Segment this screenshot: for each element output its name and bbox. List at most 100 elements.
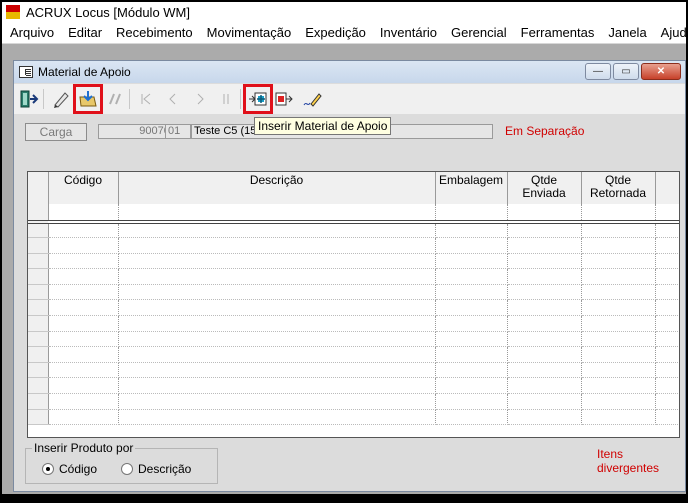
table-cell[interactable] [581,237,656,254]
table-cell[interactable] [435,268,508,285]
table-cell[interactable] [118,204,436,224]
table-cell[interactable] [118,237,436,254]
table-cell[interactable] [118,315,436,332]
table-cell[interactable] [48,268,119,285]
table-cell[interactable] [507,377,582,395]
table-cell[interactable] [581,362,656,379]
radio-descricao-dot[interactable] [121,463,133,475]
table-cell[interactable] [435,393,508,410]
column-header-embalagem[interactable]: Embalagem [435,172,508,204]
table-cell[interactable] [507,409,582,426]
table-cell[interactable] [48,284,119,301]
menu-recebimento[interactable]: Recebimento [109,22,200,44]
table-cell[interactable] [655,268,679,285]
table-cell[interactable] [435,284,508,301]
radio-codigo[interactable]: Código [42,462,97,476]
table-cell[interactable] [118,331,436,348]
carga-suffix-field[interactable]: 01 [165,124,191,139]
table-cell[interactable] [48,409,119,426]
table-cell[interactable] [48,315,119,332]
table-cell[interactable] [507,331,582,348]
menu-editar[interactable]: Editar [61,22,109,44]
table-cell[interactable] [48,253,119,270]
close-button[interactable]: ✕ [641,63,681,80]
table-cell[interactable] [581,284,656,301]
table-cell[interactable] [655,377,679,395]
table-cell[interactable] [581,299,656,317]
table-cell[interactable] [118,284,436,301]
table-cell[interactable] [655,362,679,379]
table-cell[interactable] [435,331,508,348]
table-cell[interactable] [581,377,656,395]
table-cell[interactable] [48,237,119,254]
menu-ajuda[interactable]: Ajuda [654,22,688,44]
table-cell[interactable] [655,253,679,270]
table-cell[interactable] [507,362,582,379]
table-cell[interactable] [435,409,508,426]
table-cell[interactable] [48,222,119,239]
table-cell[interactable] [507,393,582,410]
table-cell[interactable] [655,299,679,317]
insert-material-icon[interactable] [243,84,273,114]
table-cell[interactable] [507,253,582,270]
material-grid[interactable]: Código Descrição Embalagem Qtde Enviada Q… [27,171,680,438]
table-row[interactable] [28,377,679,395]
edit-icon[interactable] [50,88,72,110]
menu-gerencial[interactable]: Gerencial [444,22,514,44]
table-cell[interactable] [581,346,656,363]
table-cell[interactable] [507,346,582,363]
table-cell[interactable] [581,315,656,332]
table-cell[interactable] [118,409,436,426]
table-cell[interactable] [118,393,436,410]
table-cell[interactable] [435,346,508,363]
table-cell[interactable] [581,268,656,285]
table-cell[interactable] [581,393,656,410]
table-cell[interactable] [48,331,119,348]
table-row[interactable] [28,284,679,301]
table-cell[interactable] [118,362,436,379]
table-row[interactable] [28,331,679,348]
table-cell[interactable] [507,284,582,301]
table-cell[interactable] [435,204,508,224]
menu-expedicao[interactable]: Expedição [298,22,373,44]
table-row[interactable] [28,346,679,363]
menu-inventario[interactable]: Inventário [373,22,444,44]
table-cell[interactable] [655,331,679,348]
table-row[interactable] [28,204,679,224]
table-row[interactable] [28,362,679,379]
column-header-qtde-enviada[interactable]: Qtde Enviada [507,172,582,204]
carga-button[interactable]: Carga [25,123,87,141]
table-row[interactable] [28,299,679,317]
remove-material-icon[interactable] [273,88,295,110]
table-cell[interactable] [581,204,656,224]
exit-icon[interactable] [18,88,40,110]
table-cell[interactable] [435,362,508,379]
table-row[interactable] [28,253,679,270]
table-cell[interactable] [581,253,656,270]
radio-codigo-dot[interactable] [42,463,54,475]
table-cell[interactable] [655,409,679,426]
table-row[interactable] [28,409,679,426]
restore-button[interactable]: ▭ [613,63,639,80]
table-cell[interactable] [118,268,436,285]
table-cell[interactable] [507,268,582,285]
table-cell[interactable] [118,377,436,395]
table-cell[interactable] [118,222,436,239]
table-cell[interactable] [118,253,436,270]
table-cell[interactable] [48,204,119,224]
table-row[interactable] [28,237,679,254]
table-cell[interactable] [581,222,656,239]
column-header-codigo[interactable]: Código [48,172,119,204]
table-row[interactable] [28,222,679,239]
table-cell[interactable] [507,222,582,239]
menu-movimentacao[interactable]: Movimentação [200,22,299,44]
table-cell[interactable] [507,204,582,224]
table-cell[interactable] [655,204,679,224]
table-cell[interactable] [655,393,679,410]
column-header-qtde-retornada[interactable]: Qtde Retornada [581,172,656,204]
table-row[interactable] [28,393,679,410]
table-cell[interactable] [435,377,508,395]
table-cell[interactable] [435,253,508,270]
menu-janela[interactable]: Janela [601,22,653,44]
table-cell[interactable] [581,409,656,426]
